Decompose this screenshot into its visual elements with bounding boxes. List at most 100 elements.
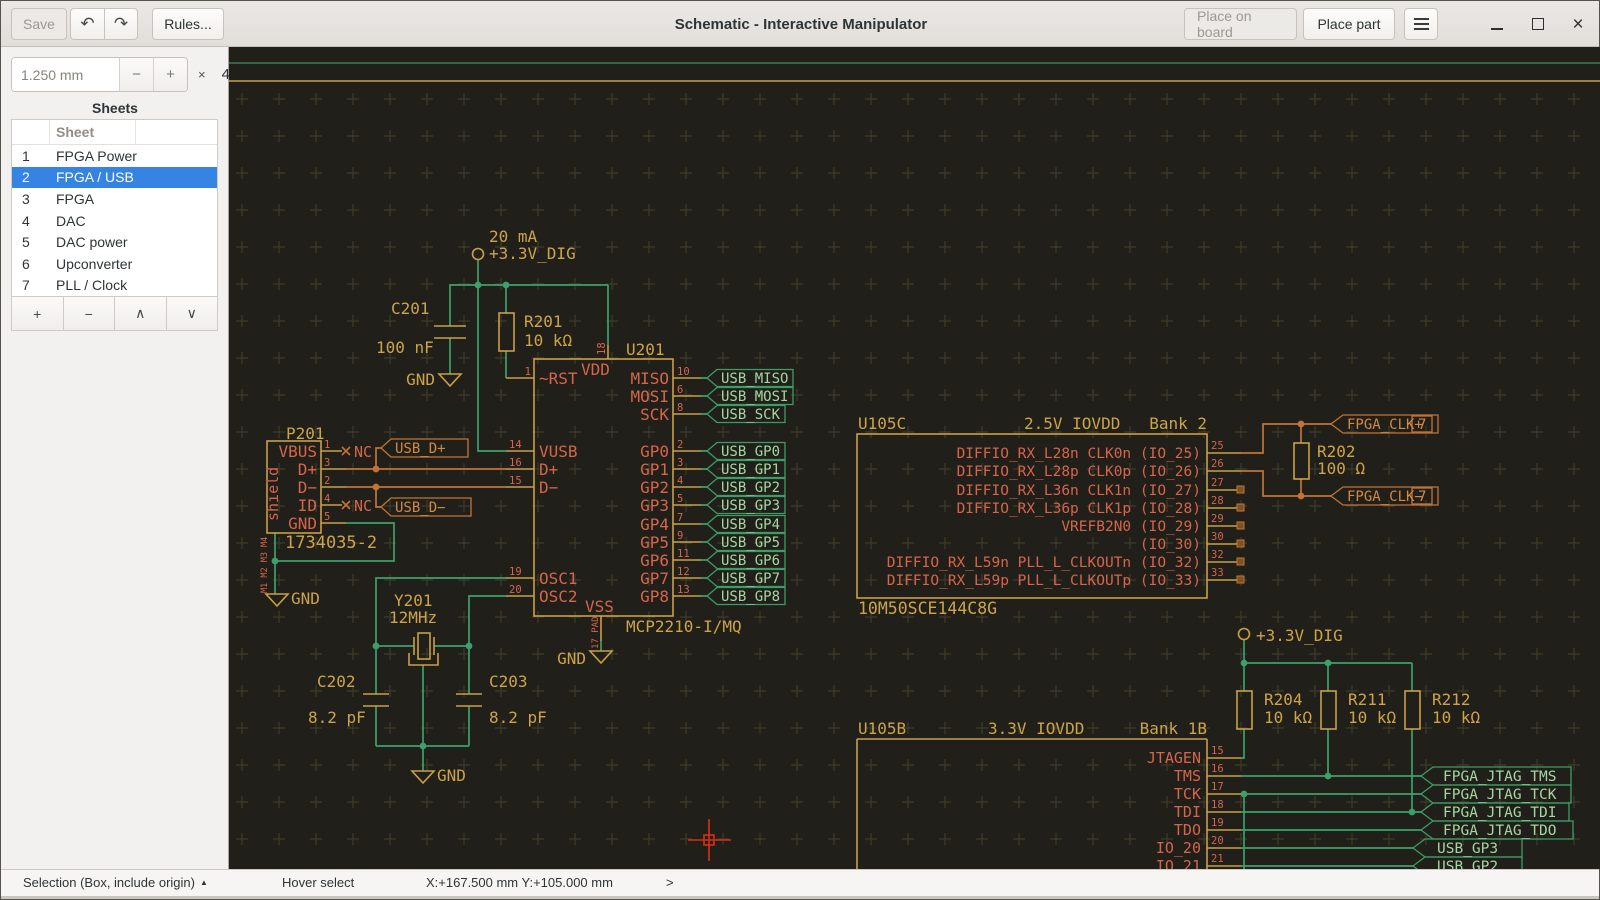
svg-text:GP2: GP2 (640, 478, 669, 497)
svg-text:25: 25 (1211, 440, 1224, 452)
svg-text:DIFFIO_RX_L59p PLL_L_CLKOUTp (: DIFFIO_RX_L59p PLL_L_CLKOUTp (IO_33) (887, 573, 1201, 589)
svg-text:TDO: TDO (1174, 821, 1201, 839)
rules-button[interactable]: Rules... (152, 8, 224, 40)
svg-text:14: 14 (509, 439, 522, 451)
svg-text:10: 10 (677, 366, 690, 378)
sheet-row-fpga[interactable]: 3FPGA (12, 188, 217, 210)
svg-text:USB_GP7: USB_GP7 (721, 571, 780, 587)
svg-text:4: 4 (677, 475, 683, 487)
sheet-row-pll-clock[interactable]: 7PLL / Clock (12, 275, 217, 297)
c201-value: 100 nF (376, 338, 434, 357)
svg-text:20: 20 (509, 584, 522, 596)
svg-text:USB_GP5: USB_GP5 (721, 535, 780, 551)
svg-text:2: 2 (324, 475, 330, 487)
sheet-row-dac[interactable]: 4DAC (12, 210, 217, 232)
place-part-button[interactable]: Place part (1303, 8, 1395, 40)
u105c-part: 10M50SCE144C8G (858, 599, 997, 618)
schematic-canvas[interactable]: USB_MISO USB_MOSI USB_SCK USB_GP0 USB_GP… (229, 47, 1600, 869)
sheet-row-fpga-power[interactable]: 1FPGA Power (12, 145, 217, 167)
svg-text:6: 6 (677, 384, 683, 396)
gnd-label-y201: GND (437, 766, 466, 785)
svg-text:11: 11 (677, 548, 690, 560)
tool-mode-button[interactable]: Selection (Box, include origin) ▲ (23, 875, 208, 890)
svg-text:16: 16 (1211, 763, 1224, 775)
multiply-icon: × (198, 67, 206, 82)
svg-text:USB_GP6: USB_GP6 (721, 553, 780, 569)
save-button[interactable]: Save (11, 8, 67, 40)
svg-text:1: 1 (525, 366, 531, 378)
svg-text:USB_D−: USB_D− (395, 500, 446, 516)
svg-text:19: 19 (1211, 817, 1224, 829)
statusbar-expander[interactable]: > (666, 875, 674, 890)
c201-ref: C201 (391, 299, 430, 318)
redo-button[interactable]: ↷ (104, 8, 138, 40)
u105c-bank: Bank 2 (1149, 414, 1207, 433)
sheet-num: 7 (12, 277, 49, 293)
close-icon: × (1572, 15, 1583, 34)
statusbar: Selection (Box, include origin) ▲ Hover s… (1, 869, 1599, 896)
remove-sheet-button[interactable]: − (64, 297, 116, 330)
svg-text:TMS: TMS (1174, 767, 1201, 785)
u105c-vdd: 2.5V IOVDD (1024, 414, 1120, 433)
grid-plus-button[interactable]: + (153, 58, 187, 91)
svg-text:GP6: GP6 (640, 551, 669, 570)
svg-text:MISO: MISO (630, 369, 669, 388)
svg-text:4: 4 (324, 493, 330, 505)
menu-button[interactable] (1404, 8, 1438, 40)
sheet-column-header: Sheet (49, 124, 135, 140)
sheet-row-fpga-usb[interactable]: 2FPGA / USB (12, 167, 217, 189)
sheet-name: DAC power (49, 234, 135, 250)
close-button[interactable]: × (1564, 10, 1592, 38)
svg-text:3: 3 (324, 457, 330, 469)
svg-text:FPGA_JTAG_TDI: FPGA_JTAG_TDI (1443, 805, 1557, 821)
svg-text:USB_D+: USB_D+ (395, 441, 446, 457)
hover-select-button[interactable]: Hover select (282, 875, 354, 890)
sheets-header-row: Sheet (12, 120, 217, 145)
minimize-button[interactable] (1483, 10, 1511, 38)
svg-text:IO_20: IO_20 (1156, 839, 1201, 857)
sheet-num: 5 (12, 234, 49, 250)
svg-text:VBUS: VBUS (278, 442, 317, 461)
maximize-button[interactable] (1524, 10, 1552, 38)
sheet-num: 4 (12, 213, 49, 229)
schematic-svg[interactable]: USB_MISO USB_MOSI USB_SCK USB_GP0 USB_GP… (229, 47, 1600, 869)
titlebar: Save ↶ ↷ Rules... Schematic - Interactiv… (1, 1, 1599, 47)
sheets-title: Sheets (1, 100, 229, 116)
r201-ref: R201 (524, 312, 563, 331)
svg-text:FPGA_CLK+: FPGA_CLK+ (1347, 417, 1423, 433)
svg-text:8: 8 (677, 402, 683, 414)
move-sheet-up-button[interactable]: ∧ (115, 297, 167, 330)
svg-text:GP5: GP5 (640, 533, 669, 552)
grid-minus-button[interactable]: − (119, 58, 153, 91)
r212-ref: R212 (1432, 690, 1471, 709)
svg-text:GP1: GP1 (640, 460, 669, 479)
sheet-num: 1 (12, 148, 49, 164)
place-on-board-button[interactable]: Place on board (1184, 8, 1297, 40)
cursor-coordinates: X:+167.500 mm Y:+105.000 mm (426, 875, 613, 890)
sheet-row-upconverter[interactable]: 6Upconverter (12, 253, 217, 275)
svg-text:USB_GP2: USB_GP2 (721, 480, 780, 496)
svg-text:USB_SCK: USB_SCK (721, 407, 781, 423)
svg-text:USB_GP2: USB_GP2 (1437, 859, 1498, 869)
rules-label: Rules... (164, 16, 211, 32)
move-sheet-down-button[interactable]: ∨ (167, 297, 218, 330)
svg-text:GP3: GP3 (640, 496, 669, 515)
sheet-name: PLL / Clock (49, 277, 135, 293)
tool-mode-arrow-icon: ▲ (200, 878, 208, 887)
window-bottom-edge (1, 896, 1599, 899)
place-part-label: Place part (1317, 16, 1380, 32)
sheet-num: 6 (12, 256, 49, 272)
gnd-label-c201: GND (406, 370, 435, 389)
svg-text:GND: GND (288, 514, 317, 533)
grid-spacing-input[interactable]: 1.250 mm (12, 58, 119, 91)
svg-text:21: 21 (1211, 853, 1224, 865)
u201-ref: U201 (626, 340, 665, 359)
svg-text:FPGA_JTAG_TMS: FPGA_JTAG_TMS (1443, 769, 1557, 785)
add-sheet-button[interactable]: + (12, 297, 64, 330)
sheet-row-dac-power[interactable]: 5DAC power (12, 231, 217, 253)
tool-mode-label: Selection (Box, include origin) (23, 875, 195, 890)
undo-button[interactable]: ↶ (70, 8, 104, 40)
svg-text:FPGA_CLK−: FPGA_CLK− (1347, 489, 1423, 505)
maximize-icon (1532, 18, 1544, 30)
hamburger-icon (1414, 15, 1429, 33)
